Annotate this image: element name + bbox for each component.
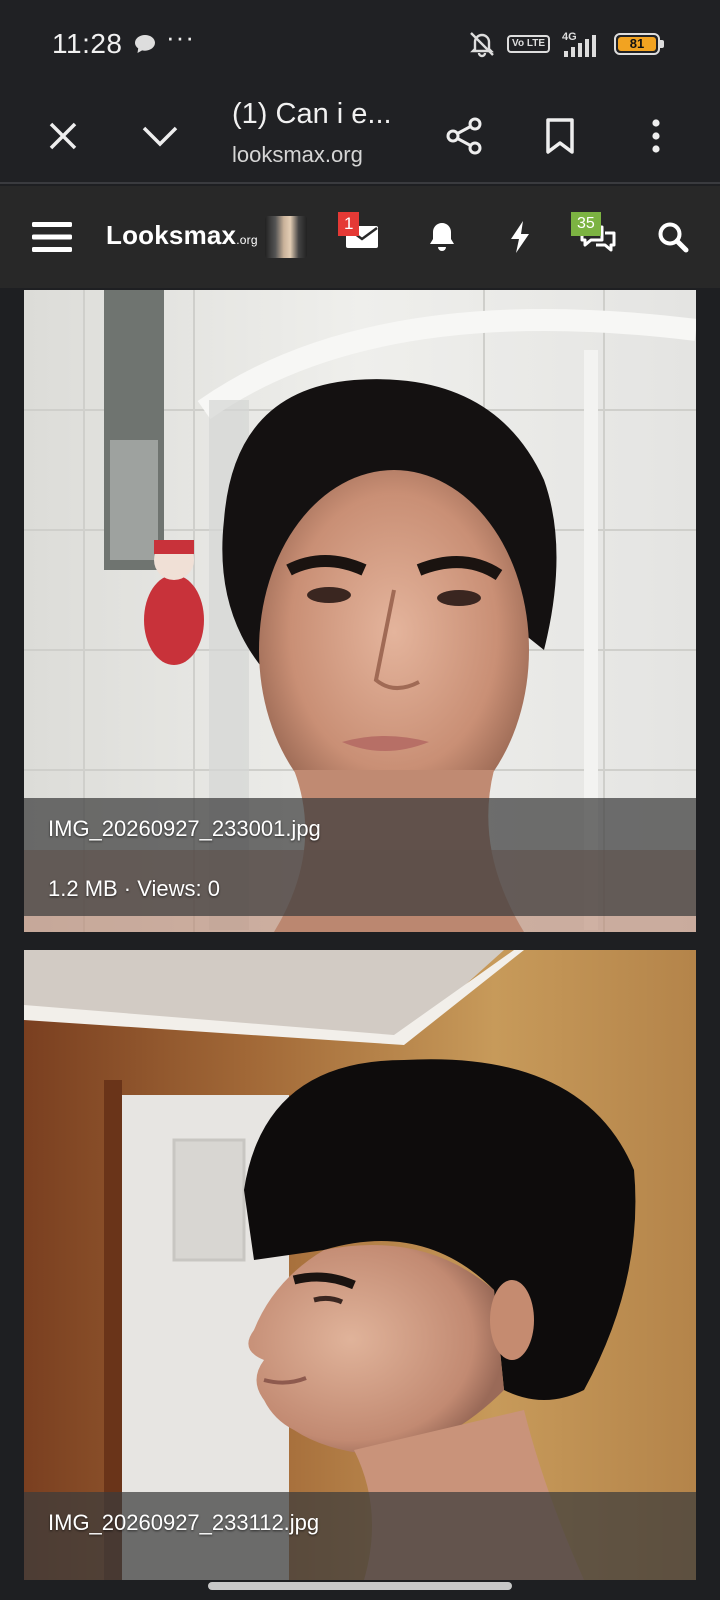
attachment-card[interactable]: IMG_20260927_233112.jpg: [24, 950, 696, 1580]
logo-suffix: .org: [236, 233, 258, 247]
attachment-caption: IMG_20260927_233112.jpg: [24, 1492, 696, 1580]
attachment-card[interactable]: IMG_20260927_233001.jpg 1.2 MB · Views: …: [24, 290, 696, 932]
conversations-badge: 35: [571, 212, 601, 236]
home-indicator[interactable]: [208, 1582, 512, 1590]
status-bar: 11:28 ··· Vo LTE 4G 81: [0, 0, 720, 90]
more-vert-icon: [652, 119, 660, 153]
inbox-badge: 1: [338, 212, 360, 236]
attachment-filename[interactable]: IMG_20260927_233001.jpg: [48, 816, 672, 842]
attachment-filename[interactable]: IMG_20260927_233112.jpg: [48, 1510, 672, 1536]
share-button[interactable]: [438, 110, 490, 162]
network-type: 4G: [562, 31, 577, 43]
logo-text: Looksmax: [106, 220, 237, 250]
tab-url[interactable]: looksmax.org: [232, 142, 363, 168]
whats-new-button[interactable]: [502, 212, 538, 262]
alerts-button[interactable]: [424, 212, 460, 262]
signal-icon: 4G: [562, 31, 596, 57]
attachment-photo: [24, 950, 696, 1580]
tab-title[interactable]: (1) Can i e...: [232, 98, 392, 131]
search-button[interactable]: [655, 212, 691, 262]
bookmark-icon: [546, 118, 574, 154]
site-navbar: Looksmax.org 1 35: [0, 186, 720, 288]
close-icon: [49, 122, 77, 150]
close-tab-button[interactable]: [37, 110, 89, 162]
hamburger-icon: [32, 222, 72, 252]
chat-bubble-icon: [135, 35, 155, 53]
avatar[interactable]: [265, 216, 307, 258]
attachment-meta: 1.2 MB · Views: 0: [48, 876, 220, 901]
bell-icon: [430, 223, 454, 251]
bookmark-button[interactable]: [534, 110, 586, 162]
battery-level: 81: [618, 37, 656, 51]
battery-icon: 81: [614, 33, 664, 55]
thread-content: IMG_20260927_233001.jpg 1.2 MB · Views: …: [0, 288, 720, 1588]
mute-vibrate-icon: [470, 32, 494, 58]
notification-overflow: ···: [166, 22, 195, 52]
bolt-icon: [511, 221, 529, 253]
status-icons: Vo LTE 4G 81: [467, 28, 664, 60]
hamburger-menu-button[interactable]: [30, 212, 74, 262]
status-time: 11:28: [52, 28, 123, 59]
more-menu-button[interactable]: [630, 110, 682, 162]
chevron-down-icon: [142, 126, 178, 147]
share-icon: [446, 117, 482, 155]
volte-icon: Vo LTE: [507, 35, 550, 53]
attachment-caption: IMG_20260927_233001.jpg 1.2 MB · Views: …: [24, 798, 696, 916]
site-logo[interactable]: Looksmax.org: [106, 220, 258, 251]
browser-toolbar: (1) Can i e... looksmax.org: [0, 90, 720, 184]
search-icon: [658, 222, 689, 253]
minimize-tab-button[interactable]: [134, 110, 186, 162]
